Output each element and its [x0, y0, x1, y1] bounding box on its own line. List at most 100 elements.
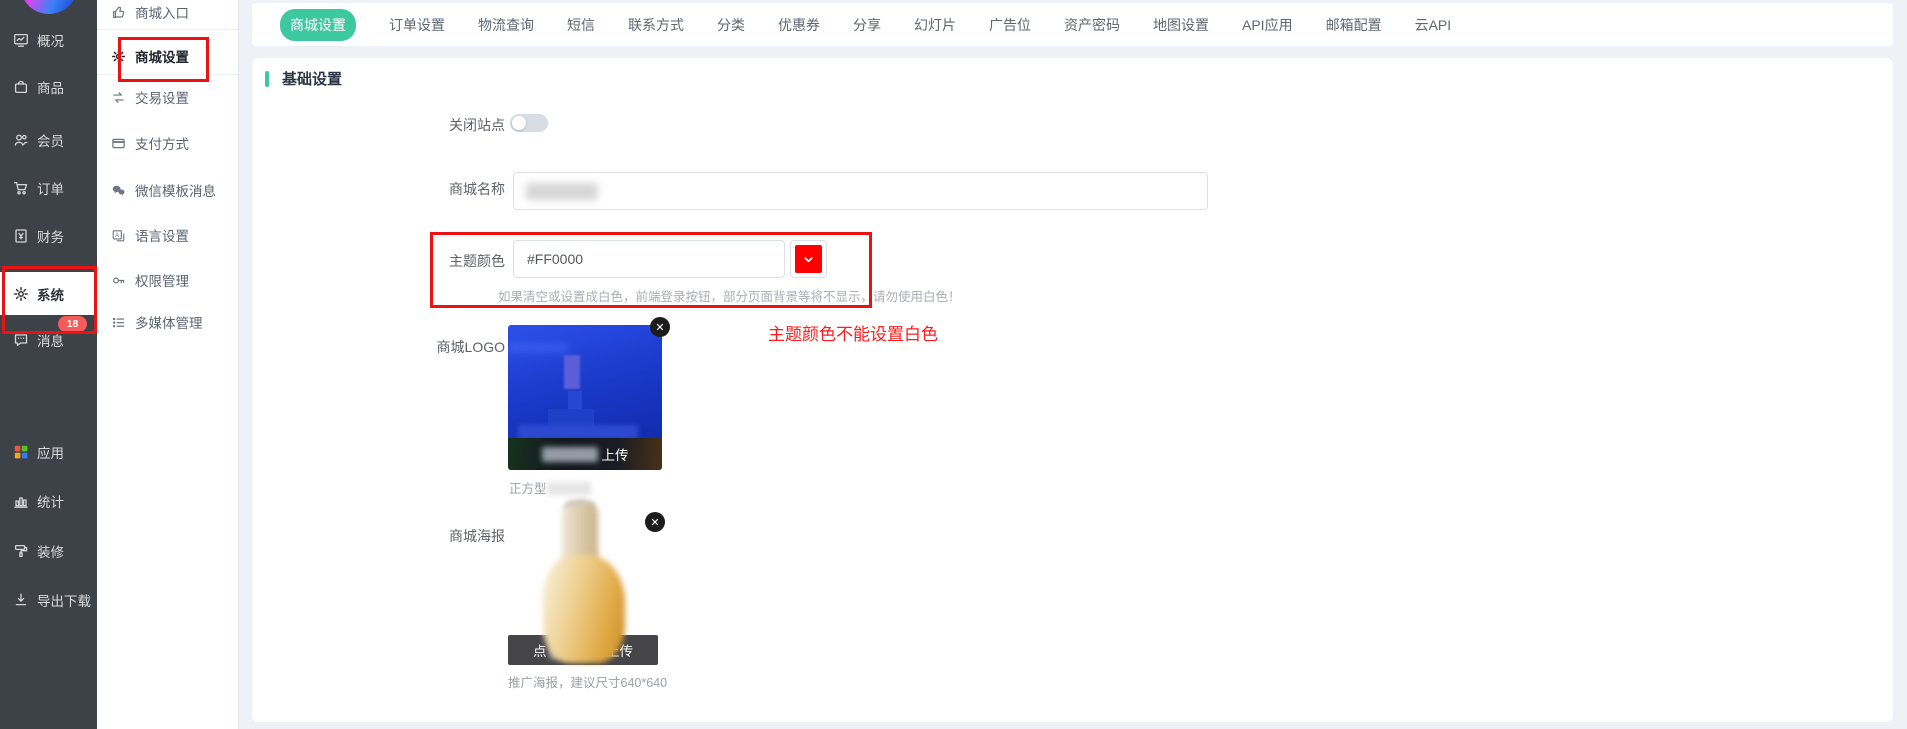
tab-order-settings[interactable]: 订单设置: [389, 15, 445, 35]
section-accent-bar: [265, 71, 269, 87]
messages-icon: [13, 332, 29, 348]
poster-caption: 推广海报，建议尺寸640*640: [508, 672, 667, 691]
menu-item-label: 交易设置: [135, 87, 189, 107]
basic-settings-card: 基础设置 关闭站点 商城名称 主题颜色 如果清空或设置成白色，前端登录按钮，部分…: [252, 58, 1893, 722]
sidebar-item-goods[interactable]: 商品: [0, 70, 97, 104]
sidebar-item-label: 系统: [37, 284, 64, 304]
mall-logo-label: 商城LOGO: [375, 337, 505, 357]
theme-color-label: 主题颜色: [375, 251, 505, 271]
sidebar-item-label: 财务: [37, 226, 64, 246]
close-site-toggle[interactable]: [510, 114, 548, 132]
language-settings-icon: A: [111, 228, 126, 243]
tab-coupon[interactable]: 优惠券: [778, 15, 820, 35]
logo-caption-text: 正方型: [509, 482, 547, 496]
mall-name-label: 商城名称: [375, 179, 505, 199]
close-site-label: 关闭站点: [375, 115, 505, 135]
sidebar-item-label: 装修: [37, 541, 64, 561]
brand-avatar[interactable]: [20, 0, 78, 14]
tab-mall-settings[interactable]: 商城设置: [280, 9, 356, 41]
menu-item-label: 多媒体管理: [135, 312, 203, 332]
orders-icon: [13, 180, 29, 196]
sidebar-item-members[interactable]: 会员: [0, 123, 97, 157]
theme-color-hint: 如果清空或设置成白色，前端登录按钮，部分页面背景等将不显示，请勿使用白色！: [498, 286, 961, 305]
menu-item-language-settings[interactable]: A 语言设置: [97, 213, 238, 257]
decorate-icon: [13, 543, 29, 559]
tab-asset-password[interactable]: 资产密码: [1064, 15, 1120, 35]
menu-item-multimedia[interactable]: 多媒体管理: [97, 300, 238, 344]
finance-icon: [13, 228, 29, 244]
sidebar-item-finance[interactable]: 财务: [0, 219, 97, 253]
logo-caption: 正方型: [509, 478, 591, 497]
sidebar-item-label: 消息: [37, 330, 64, 350]
chevron-down-icon: [803, 254, 814, 265]
color-swatch: [795, 245, 822, 273]
tab-category[interactable]: 分类: [717, 15, 745, 35]
menu-item-wechat-template[interactable]: 微信模板消息: [97, 168, 238, 212]
logo-remove-button[interactable]: ✕: [650, 317, 670, 337]
mosaic-block: [564, 355, 580, 389]
menu-item-mall-settings[interactable]: 商城设置: [97, 34, 238, 78]
sidebar-item-system[interactable]: 系统: [0, 272, 97, 315]
annotation-text: 主题颜色不能设置白色: [768, 320, 938, 345]
tab-sms[interactable]: 短信: [567, 15, 595, 35]
multimedia-icon: [111, 315, 126, 330]
menu-item-trade-settings[interactable]: 交易设置: [97, 75, 238, 119]
mall-logo-image[interactable]: 上传: [508, 325, 662, 470]
mall-poster-label: 商城海报: [375, 526, 505, 546]
sidebar-item-label: 会员: [37, 130, 64, 150]
messages-badge: 18: [58, 316, 87, 332]
sidebar-item-label: 订单: [37, 178, 64, 198]
poster-overlay-prefix: 点: [533, 640, 547, 660]
sidebar-item-decorate[interactable]: 装修: [0, 534, 97, 568]
tab-slideshow[interactable]: 幻灯片: [914, 15, 956, 35]
logo-reupload-overlay[interactable]: 上传: [508, 444, 662, 464]
menu-item-label: 商城入口: [135, 2, 189, 22]
tab-api-app[interactable]: API应用: [1242, 15, 1293, 35]
sidebar-item-export-download[interactable]: 导出下载: [0, 583, 97, 617]
mall-entrance-icon: [111, 5, 126, 20]
sidebar-item-label: 导出下载: [37, 590, 91, 610]
theme-color-input[interactable]: [513, 240, 785, 278]
sidebar-item-orders[interactable]: 订单: [0, 171, 97, 205]
section-header: 基础设置: [265, 68, 342, 89]
sidebar-item-stats[interactable]: 统计: [0, 484, 97, 518]
logo-overlay-label: 上传: [602, 444, 629, 464]
trade-settings-icon: [111, 90, 126, 105]
wechat-template-icon: [111, 183, 126, 198]
poster-remove-button[interactable]: ✕: [645, 512, 665, 532]
payment-method-icon: [111, 136, 126, 151]
redacted-overlay-text: [542, 447, 598, 462]
redacted-mall-name: [526, 183, 598, 200]
menu-item-label: 商城设置: [135, 46, 189, 66]
section-title: 基础设置: [282, 68, 342, 89]
redacted-caption-text: [547, 482, 591, 495]
permission-icon: [111, 273, 126, 288]
primary-sidebar: 概况 商品 会员 订单 财务 系统 消息 18 应用: [0, 0, 97, 729]
bottle-body-shape: [543, 555, 625, 663]
secondary-sidebar: 商城入口 商城设置 交易设置 支付方式 微信模板消息 A 语言设置 权限管理 多: [97, 0, 239, 729]
tab-ad-slot[interactable]: 广告位: [989, 15, 1031, 35]
menu-item-label: 微信模板消息: [135, 180, 216, 200]
menu-item-label: 权限管理: [135, 270, 189, 290]
menu-item-mall-entrance[interactable]: 商城入口: [97, 0, 238, 34]
export-download-icon: [13, 592, 29, 608]
sidebar-item-label: 概况: [37, 30, 64, 50]
tab-logistics-query[interactable]: 物流查询: [478, 15, 534, 35]
mall-name-input[interactable]: [513, 172, 1208, 210]
sidebar-item-label: 应用: [37, 442, 64, 462]
goods-icon: [13, 79, 29, 95]
main-area: 商城设置 订单设置 物流查询 短信 联系方式 分类 优惠券 分享 幻灯片 广告位…: [238, 0, 1907, 729]
menu-item-permission[interactable]: 权限管理: [97, 258, 238, 302]
menu-item-payment-method[interactable]: 支付方式: [97, 121, 238, 165]
tab-contact[interactable]: 联系方式: [628, 15, 684, 35]
tab-map-settings[interactable]: 地图设置: [1153, 15, 1209, 35]
sidebar-item-overview[interactable]: 概况: [0, 23, 97, 57]
tab-share[interactable]: 分享: [853, 15, 881, 35]
tab-mail-config[interactable]: 邮箱配置: [1326, 15, 1382, 35]
system-gear-icon: [13, 286, 29, 302]
sidebar-item-apps[interactable]: 应用: [0, 435, 97, 469]
mall-settings-gear-icon: [111, 49, 126, 64]
svg-text:A: A: [115, 232, 120, 239]
theme-color-picker-button[interactable]: [790, 240, 827, 278]
tab-cloud-api[interactable]: 云API: [1415, 15, 1452, 35]
